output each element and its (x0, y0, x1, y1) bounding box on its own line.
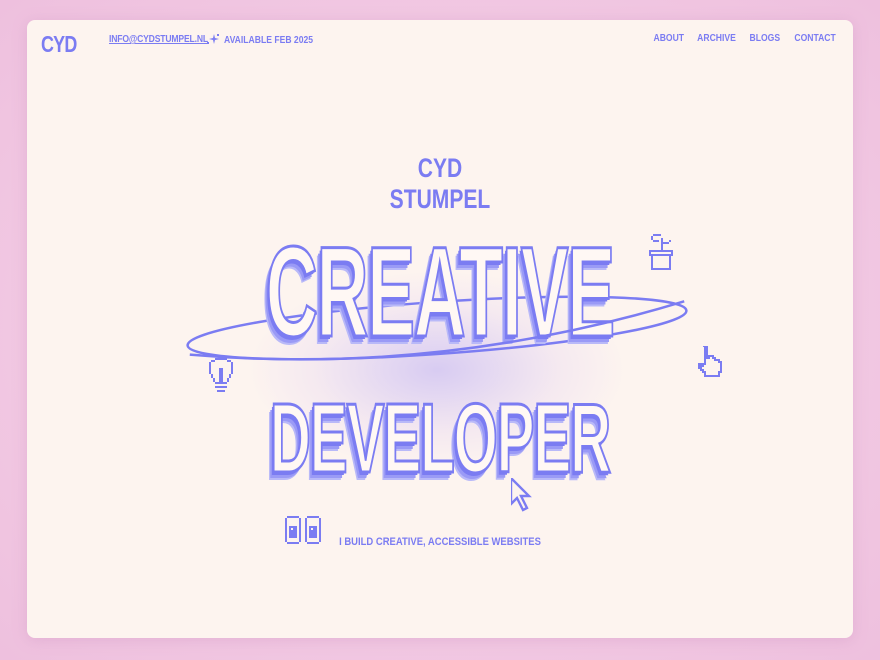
arrow-cursor-icon (511, 478, 532, 512)
hero-first-name: CYD (417, 153, 463, 183)
pointer-hand-icon (698, 346, 722, 377)
nav-archive[interactable]: ARCHIVE (697, 33, 736, 44)
email-link[interactable]: INFO@CYDSTUMPEL.NL (109, 34, 208, 45)
hero-tagline: I BUILD CREATIVE, ACCESSIBLE WEBSITES (339, 536, 541, 548)
hero-last-name: STUMPEL (389, 184, 491, 214)
site-logo[interactable]: CYD (41, 31, 77, 58)
page-card: CYD INFO@CYDSTUMPEL.NL AVAILABLE FEB 202… (27, 20, 853, 638)
nav-about[interactable]: ABOUT (653, 33, 684, 44)
lightbulb-icon (209, 358, 233, 392)
nav-blogs[interactable]: BLOGS (750, 33, 781, 44)
hero-word-creative: CREATIVE (265, 221, 616, 364)
availability-status: AVAILABLE FEB 2025 (224, 35, 314, 46)
hero-name: CYD STUMPEL (118, 153, 762, 215)
sparkle-icon (207, 34, 219, 44)
main-nav: ABOUT ARCHIVE BLOGS CONTACT (651, 33, 839, 44)
hero-word-developer: DEVELOPER (269, 383, 612, 493)
nav-contact[interactable]: CONTACT (794, 33, 835, 44)
plant-pot-icon (649, 234, 673, 270)
